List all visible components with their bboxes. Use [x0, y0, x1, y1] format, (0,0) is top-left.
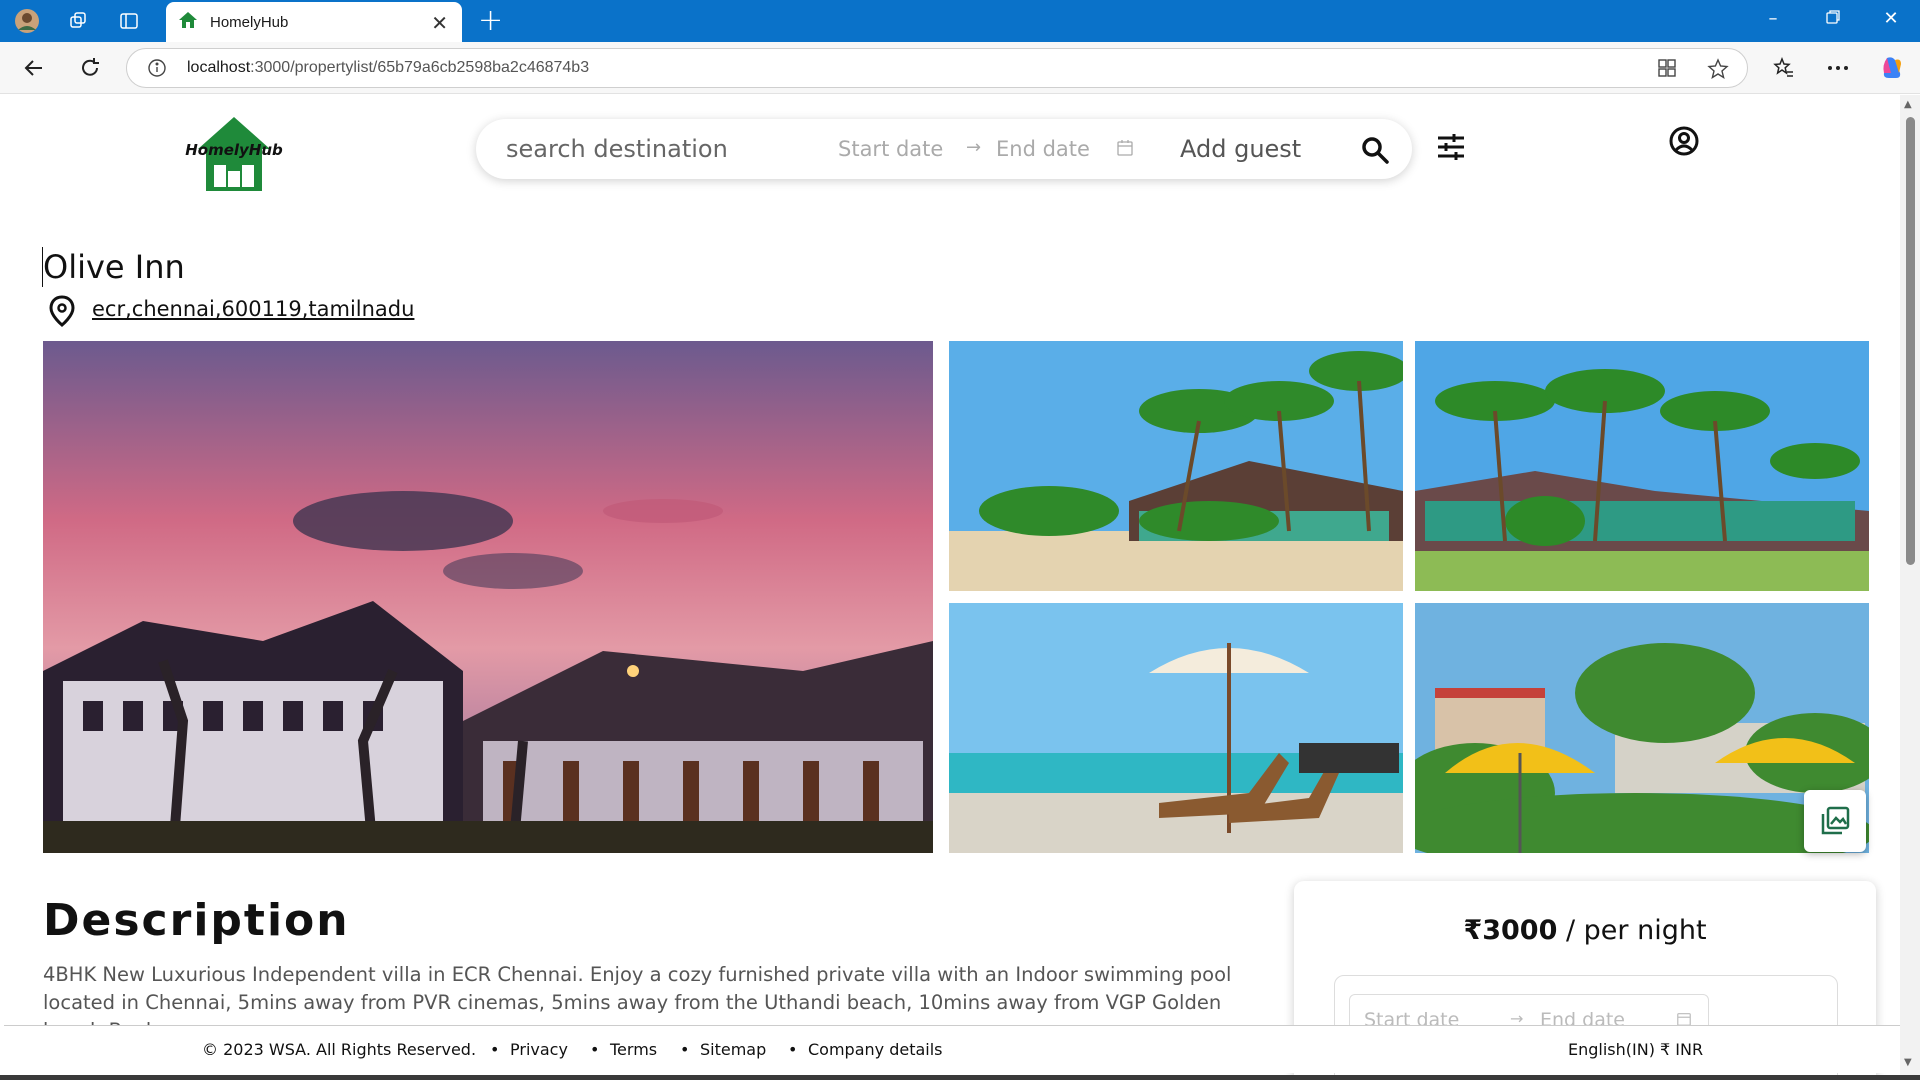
scroll-up-icon[interactable]: ▲: [1904, 99, 1912, 110]
info-icon[interactable]: [147, 58, 167, 82]
window-bottom-edge: [0, 1075, 1920, 1080]
site-footer: © 2023 WSA. All Rights Reserved. Privacy…: [4, 1025, 1900, 1073]
plus-icon[interactable]: +: [478, 6, 503, 36]
search-start-date[interactable]: Start date: [838, 137, 943, 161]
footer-link-privacy[interactable]: Privacy: [490, 1040, 568, 1059]
search-bar: Start date → End date Add guest: [476, 119, 1412, 179]
close-icon[interactable]: ✕: [431, 11, 448, 35]
photo-beach-bungalow-1[interactable]: [949, 341, 1403, 591]
logo-text: HomelyHub: [185, 141, 283, 159]
url-bar[interactable]: localhost:3000/propertylist/65b79a6cb259…: [126, 48, 1748, 88]
show-all-photos-button[interactable]: [1804, 790, 1866, 852]
add-guest-field[interactable]: Add guest: [1180, 135, 1301, 163]
filter-icon[interactable]: [1436, 133, 1466, 165]
browser-tab[interactable]: HomelyHub ✕: [166, 2, 462, 42]
favorites-icon[interactable]: [1768, 52, 1800, 84]
address-toolbar: localhost:3000/propertylist/65b79a6cb259…: [0, 42, 1920, 94]
restore-icon[interactable]: [1818, 8, 1848, 29]
search-destination-input[interactable]: [506, 135, 806, 163]
price-line: ₹3000 / per night: [1294, 915, 1876, 946]
close-window-icon[interactable]: ✕: [1876, 8, 1906, 29]
property-location-link[interactable]: ecr,chennai,600119,tamilnadu: [92, 297, 414, 321]
photo-beach-bungalow-2[interactable]: [1415, 341, 1869, 591]
page-content: HomelyHub Start date → End date Add gues…: [4, 95, 1900, 1075]
copilot-icon[interactable]: [1876, 52, 1908, 84]
profile-avatar-icon[interactable]: [14, 8, 40, 34]
photo-gallery: [43, 341, 1869, 853]
browser-titlebar: HomelyHub ✕ + – ✕: [0, 0, 1920, 42]
photo-beach-umbrella-loungers[interactable]: [949, 603, 1403, 853]
user-profile-icon[interactable]: [1668, 125, 1700, 161]
refresh-icon[interactable]: [74, 52, 106, 84]
property-title: Olive Inn: [42, 247, 185, 287]
url-text[interactable]: localhost:3000/propertylist/65b79a6cb259…: [187, 59, 589, 77]
footer-link-company-details[interactable]: Company details: [788, 1040, 942, 1059]
tab-actions-icon[interactable]: [116, 8, 142, 34]
back-icon[interactable]: [18, 52, 50, 84]
minimize-icon[interactable]: –: [1758, 8, 1788, 29]
footer-link-terms[interactable]: Terms: [590, 1040, 657, 1059]
scrollbar-thumb[interactable]: [1906, 117, 1915, 565]
more-icon[interactable]: [1822, 52, 1854, 84]
main-photo-villa-sunset[interactable]: [43, 341, 933, 853]
arrow-right-icon: →: [966, 137, 982, 158]
scroll-down-icon[interactable]: ▼: [1904, 1057, 1912, 1068]
apps-icon[interactable]: [1657, 58, 1677, 82]
search-end-date[interactable]: End date: [996, 137, 1090, 161]
search-icon[interactable]: [1360, 135, 1390, 169]
location-pin-icon: [48, 295, 76, 331]
footer-locale[interactable]: English(IN) ₹ INR: [1568, 1040, 1703, 1059]
photo-garden-yellow-umbrellas[interactable]: [1415, 603, 1869, 853]
price-amount: ₹3000: [1463, 915, 1558, 946]
star-icon[interactable]: [1707, 58, 1729, 84]
workspaces-icon[interactable]: [66, 8, 92, 34]
footer-link-sitemap[interactable]: Sitemap: [680, 1040, 766, 1059]
description-heading: Description: [43, 895, 350, 946]
page-scrollbar[interactable]: ▲ ▼: [1900, 95, 1920, 1080]
home-icon: [178, 10, 198, 34]
footer-copyright: © 2023 WSA. All Rights Reserved.: [202, 1040, 477, 1059]
tab-title: HomelyHub: [210, 13, 289, 31]
price-unit: / per night: [1565, 915, 1707, 946]
calendar-icon[interactable]: [1116, 139, 1134, 161]
